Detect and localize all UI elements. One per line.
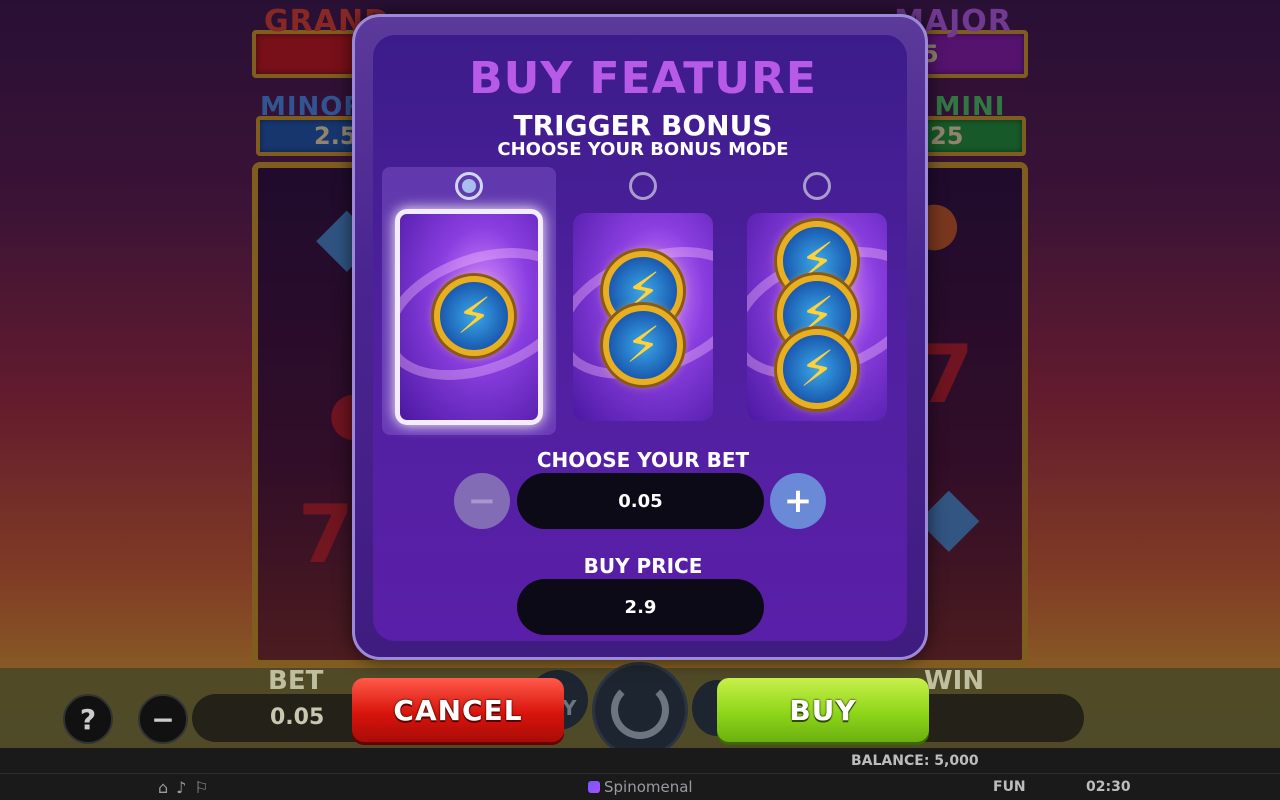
bonus-option-2-card[interactable]: ⚡ ⚡	[573, 213, 713, 421]
lightning-coin-icon: ⚡	[603, 305, 683, 385]
bonus-option-2-radio[interactable]	[629, 172, 657, 200]
win-label: WIN	[924, 666, 985, 696]
price-section-label: BUY PRICE	[583, 554, 703, 578]
bonus-option-1-radio[interactable]	[455, 172, 483, 200]
bet-value: 0.05	[270, 705, 325, 730]
bet-minus-button[interactable]: −	[454, 473, 510, 529]
sound-icon[interactable]: ♪	[176, 778, 186, 797]
minus-icon: −	[151, 702, 175, 736]
help-button[interactable]: ?	[63, 694, 113, 744]
provider-name: Spinomenal	[604, 778, 693, 796]
autoplay-label: Y	[562, 696, 577, 720]
spin-icon	[611, 681, 669, 739]
provider-logo: Spinomenal	[588, 778, 693, 796]
help-icon: ?	[79, 702, 97, 736]
buy-feature-dialog: BUY FEATURE TRIGGER BONUS CHOOSE YOUR BO…	[352, 14, 928, 660]
bonus-option-3-radio[interactable]	[803, 172, 831, 200]
dialog-subtitle: TRIGGER BONUS	[513, 109, 773, 142]
bet-section-label: CHOOSE YOUR BET	[536, 448, 750, 472]
lightning-coin-icon: ⚡	[434, 276, 514, 356]
lightning-coin-icon: ⚡	[777, 329, 857, 409]
spinomenal-logo-icon	[588, 781, 600, 793]
bonus-option-2[interactable]: ⚡ ⚡	[556, 167, 730, 435]
bonus-mode-label: CHOOSE YOUR BONUS MODE	[497, 139, 789, 160]
bonus-option-1[interactable]: ⚡	[382, 167, 556, 435]
home-icon[interactable]: ⌂	[158, 778, 168, 797]
bet-plus-button[interactable]: +	[770, 473, 826, 529]
bet-decrease-button[interactable]: −	[138, 694, 188, 744]
clock: 02:30	[1086, 779, 1131, 795]
bonus-option-3-card[interactable]: ⚡ ⚡ ⚡	[747, 213, 887, 421]
play-mode: FUN	[993, 779, 1026, 795]
paytable-icon[interactable]: ⚐	[194, 778, 208, 797]
balance-display: BALANCE: 5,000	[851, 753, 979, 769]
spin-button[interactable]	[592, 662, 688, 758]
minus-icon: −	[467, 481, 497, 521]
cancel-button[interactable]: CANCEL	[352, 678, 564, 742]
buy-price-field: 2.9	[517, 579, 764, 635]
system-icons: ⌂ ♪ ⚐	[158, 778, 209, 797]
dialog-title: BUY FEATURE	[469, 53, 817, 104]
plus-icon: +	[783, 481, 813, 521]
buy-button[interactable]: BUY	[717, 678, 929, 742]
bonus-option-3[interactable]: ⚡ ⚡ ⚡	[730, 167, 904, 435]
bet-value-field: 0.05	[517, 473, 764, 529]
bet-label: BET	[268, 666, 324, 696]
bonus-option-1-card[interactable]: ⚡	[395, 209, 543, 425]
